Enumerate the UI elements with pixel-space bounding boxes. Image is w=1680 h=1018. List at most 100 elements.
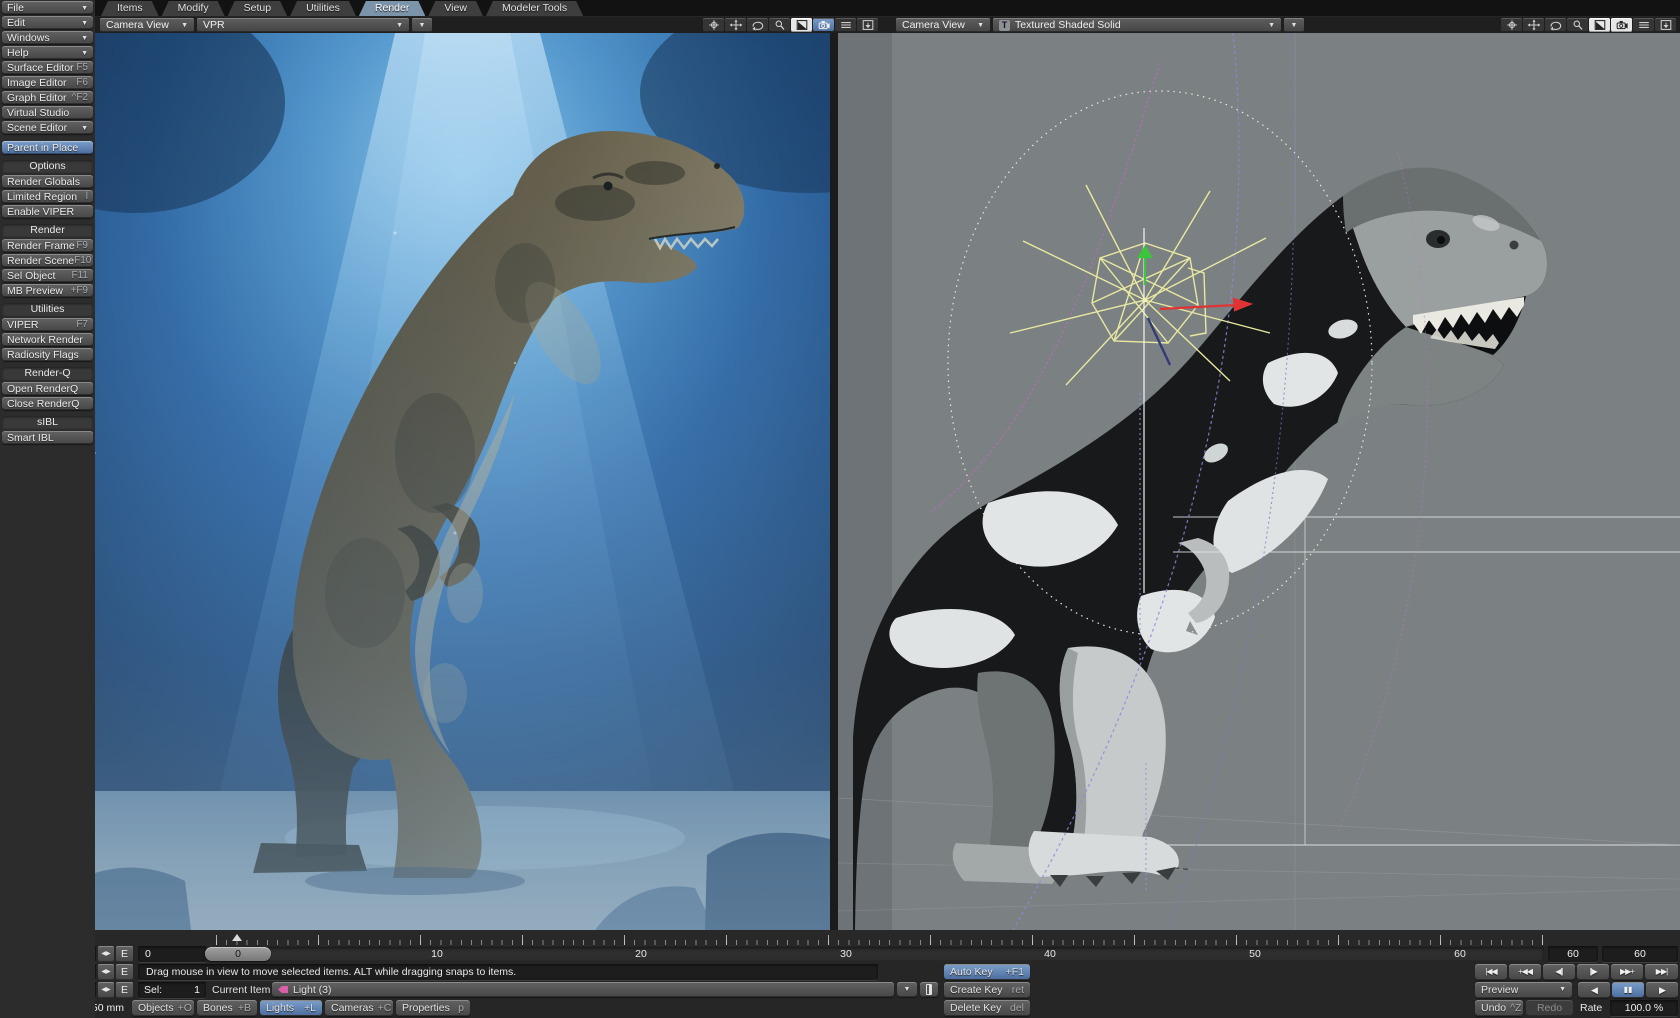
layout-icon[interactable]: [1655, 18, 1676, 32]
open-renderq-button[interactable]: Open RenderQ: [2, 382, 93, 395]
viewport-splitter[interactable]: [830, 17, 838, 930]
smart-ibl-button[interactable]: Smart IBL: [2, 431, 93, 444]
radiosity-flags-button[interactable]: Radiosity Flags: [2, 348, 93, 361]
step-back-button[interactable]: [1543, 964, 1575, 980]
frame-label: 30: [840, 946, 852, 962]
center-icon[interactable]: [1501, 18, 1522, 32]
limited-region-button[interactable]: Limited Regionl: [2, 190, 93, 203]
y-nudge-stepper[interactable]: [98, 964, 114, 980]
z-envelope-button[interactable]: E: [116, 982, 133, 998]
render-globals-button[interactable]: Render Globals: [2, 175, 93, 188]
timeline-track[interactable]: [210, 947, 1544, 961]
menu-help[interactable]: Help: [2, 46, 93, 59]
objects-mode-button[interactable]: Objects+O: [132, 1000, 194, 1016]
enable-viper-button[interactable]: Enable VIPER: [2, 205, 93, 218]
opengl-viewport-canvas[interactable]: [838, 33, 1680, 930]
x-nudge-stepper[interactable]: [98, 946, 114, 962]
sel-object-button[interactable]: Sel ObjectF11: [2, 269, 93, 282]
render-frame-button[interactable]: Render FrameF9: [2, 239, 93, 252]
menu-windows[interactable]: Windows: [2, 31, 93, 44]
tab-setup[interactable]: Setup: [228, 1, 287, 16]
mb-preview-button[interactable]: MB Preview+F9: [2, 284, 93, 297]
rate-value-field[interactable]: 100.0 %: [1610, 1000, 1678, 1016]
bones-mode-button[interactable]: Bones+B: [197, 1000, 257, 1016]
prev-keyframe-button[interactable]: [1509, 964, 1541, 980]
redo-button[interactable]: Redo: [1526, 1000, 1573, 1016]
frame-slider-handle[interactable]: 0: [205, 947, 271, 961]
frame-label: 40: [1044, 946, 1056, 962]
opengl-scene: [838, 33, 1680, 930]
next-keyframe-button[interactable]: [1611, 964, 1643, 980]
dropdown-arrow-icon: [1268, 22, 1275, 29]
scene-editor-button[interactable]: Scene Editor: [2, 121, 93, 134]
maximize-icon[interactable]: [1589, 18, 1610, 32]
parent-in-place-button[interactable]: Parent in Place: [2, 141, 93, 154]
current-item-list-dropdown[interactable]: [897, 982, 917, 997]
viper-button[interactable]: VIPERF7: [2, 318, 93, 331]
left-viewport-options-dropdown[interactable]: [412, 18, 432, 32]
menu-icon[interactable]: [835, 18, 856, 32]
left-view-mode-dropdown[interactable]: Camera View: [100, 18, 194, 32]
first-frame-button[interactable]: [1475, 964, 1507, 980]
current-frame-marker-icon[interactable]: [232, 934, 242, 941]
tab-modify[interactable]: Modify: [162, 1, 225, 16]
vpr-viewport-canvas[interactable]: [95, 33, 830, 930]
camera-icon[interactable]: [813, 18, 834, 32]
pan-icon[interactable]: [725, 18, 746, 32]
pause-button[interactable]: [1612, 982, 1644, 998]
last-frame-button[interactable]: [1645, 964, 1678, 980]
item-properties-toggle[interactable]: [920, 982, 938, 997]
camera-icon[interactable]: [1611, 18, 1632, 32]
surface-editor-button[interactable]: Surface EditorF5: [2, 61, 93, 74]
cameras-mode-button[interactable]: Cameras+C: [325, 1000, 393, 1016]
x-envelope-button[interactable]: E: [116, 946, 133, 962]
menu-edit[interactable]: Edit: [2, 16, 93, 29]
ruler-major-ticks: [216, 935, 1550, 945]
menu-file[interactable]: File: [2, 1, 93, 14]
play-reverse-button[interactable]: [1578, 982, 1610, 998]
timeline-ruler[interactable]: [0, 930, 1680, 946]
zoom-icon[interactable]: [769, 18, 790, 32]
properties-button[interactable]: Propertiesp: [396, 1000, 470, 1016]
dropdown-arrow-icon: [419, 22, 426, 29]
step-forward-button[interactable]: [1577, 964, 1609, 980]
current-item-dropdown[interactable]: Light (3): [272, 982, 894, 997]
tab-view[interactable]: View: [428, 1, 483, 16]
close-renderq-button[interactable]: Close RenderQ: [2, 397, 93, 410]
layout-icon[interactable]: [857, 18, 878, 32]
current-frame-field[interactable]: 0: [138, 946, 206, 962]
range-end-field[interactable]: 60: [1548, 946, 1598, 962]
delete-key-button[interactable]: Delete Keydel: [944, 1000, 1030, 1016]
tab-render[interactable]: Render: [359, 1, 425, 16]
right-viewport-options-dropdown[interactable]: [1284, 18, 1304, 32]
render-scene-button[interactable]: Render SceneF10: [2, 254, 93, 267]
tab-modeler-tools[interactable]: Modeler Tools: [486, 1, 583, 16]
right-render-mode-dropdown[interactable]: TTextured Shaded Solid: [993, 18, 1281, 32]
virtual-studio-button[interactable]: Virtual Studio: [2, 106, 93, 119]
y-envelope-button[interactable]: E: [116, 964, 133, 980]
graph-editor-button[interactable]: Graph Editor^F2: [2, 91, 93, 104]
preview-dropdown[interactable]: Preview: [1475, 982, 1572, 998]
lights-mode-button[interactable]: Lights+L: [260, 1000, 322, 1016]
dropdown-arrow-icon: [1555, 982, 1566, 999]
z-nudge-stepper[interactable]: [98, 982, 114, 998]
rotate-icon[interactable]: [1545, 18, 1566, 32]
image-editor-button[interactable]: Image EditorF6: [2, 76, 93, 89]
create-key-button[interactable]: Create Keyret: [944, 982, 1030, 998]
left-render-mode-dropdown[interactable]: VPR: [197, 18, 409, 32]
pan-icon[interactable]: [1523, 18, 1544, 32]
center-icon[interactable]: [703, 18, 724, 32]
zoom-icon[interactable]: [1567, 18, 1588, 32]
right-view-mode-dropdown[interactable]: Camera View: [896, 18, 990, 32]
tab-utilities[interactable]: Utilities: [290, 1, 356, 16]
maximize-icon[interactable]: [791, 18, 812, 32]
rotate-icon[interactable]: [747, 18, 768, 32]
play-button[interactable]: [1646, 982, 1678, 998]
undo-button[interactable]: Undo^Z: [1475, 1000, 1523, 1016]
tab-items[interactable]: Items: [101, 1, 159, 16]
last-frame-field[interactable]: 60: [1602, 946, 1678, 962]
menu-icon[interactable]: [1633, 18, 1654, 32]
auto-key-button[interactable]: Auto Key+F1: [944, 964, 1030, 980]
section-header-sibl: sIBL: [2, 416, 93, 429]
network-render-button[interactable]: Network Render: [2, 333, 93, 346]
